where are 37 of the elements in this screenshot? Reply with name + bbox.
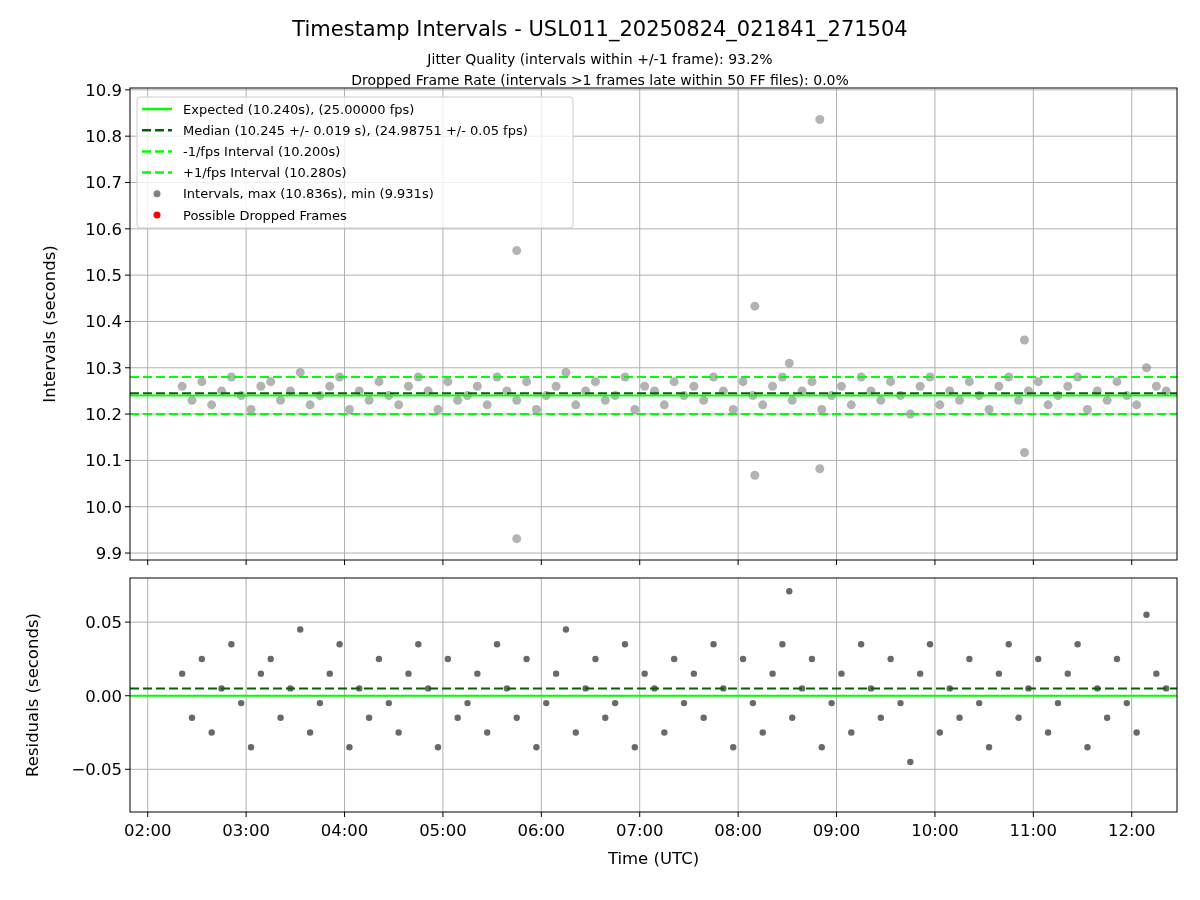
axis-label: Residuals (seconds) [23, 613, 42, 777]
tick-label: 10.4 [85, 312, 122, 332]
tick-label: 10:00 [911, 821, 959, 840]
tick-label: 10.1 [85, 451, 122, 471]
tick-label: 02:00 [123, 821, 172, 840]
tick-label: 06:00 [517, 821, 566, 840]
chart-subtitle: Dropped Frame Rate (intervals >1 frames late within 50 FF files): 0.0% [351, 72, 849, 88]
tick-label: 07:00 [615, 821, 664, 840]
tick-label: −0.05 [71, 760, 122, 780]
tick-label: 11:00 [1009, 821, 1058, 840]
tick-label: 10.8 [85, 127, 122, 147]
tick-label: 10.2 [85, 405, 122, 425]
legend-label: Possible Dropped Frames [183, 207, 347, 223]
tick-label: 03:00 [222, 821, 270, 840]
tick-label: 10.9 [85, 80, 122, 100]
chart-title: Timestamp Intervals - USL011_20250824_021841_271504 [292, 17, 908, 41]
tick-label: 12:00 [1107, 821, 1156, 840]
legend-label: -1/fps Interval (10.200s) [183, 143, 341, 159]
legend-label: +1/fps Interval (10.280s) [183, 165, 347, 181]
tick-label: 08:00 [714, 821, 762, 840]
tick-label: 10.6 [85, 219, 122, 239]
tick-label: 10.3 [85, 358, 122, 378]
tick-label: 0.05 [85, 613, 122, 633]
tick-label: 04:00 [320, 821, 369, 840]
legend-label: Median (10.245 +/- 0.019 s), (24.98751 +/- 0.05 fps) [183, 122, 528, 138]
tick-label: 0.00 [85, 686, 122, 706]
legend-label: Expected (10.240s), (25.00000 fps) [183, 101, 415, 117]
legend-label: Intervals, max (10.836s), min (9.931s) [183, 186, 434, 202]
tick-label: 05:00 [419, 821, 467, 840]
tick-label: 09:00 [812, 821, 861, 840]
tick-label: 10.5 [85, 266, 122, 286]
axis-label: Time (UTC) [607, 849, 700, 868]
axis-label: Intervals (seconds) [40, 245, 59, 403]
tick-label: 10.0 [85, 497, 122, 517]
tick-label: 9.9 [95, 544, 122, 564]
chart-subtitle: Jitter Quality (intervals within +/-1 frame): 93.2% [427, 51, 773, 67]
tick-label: 10.7 [85, 173, 122, 193]
